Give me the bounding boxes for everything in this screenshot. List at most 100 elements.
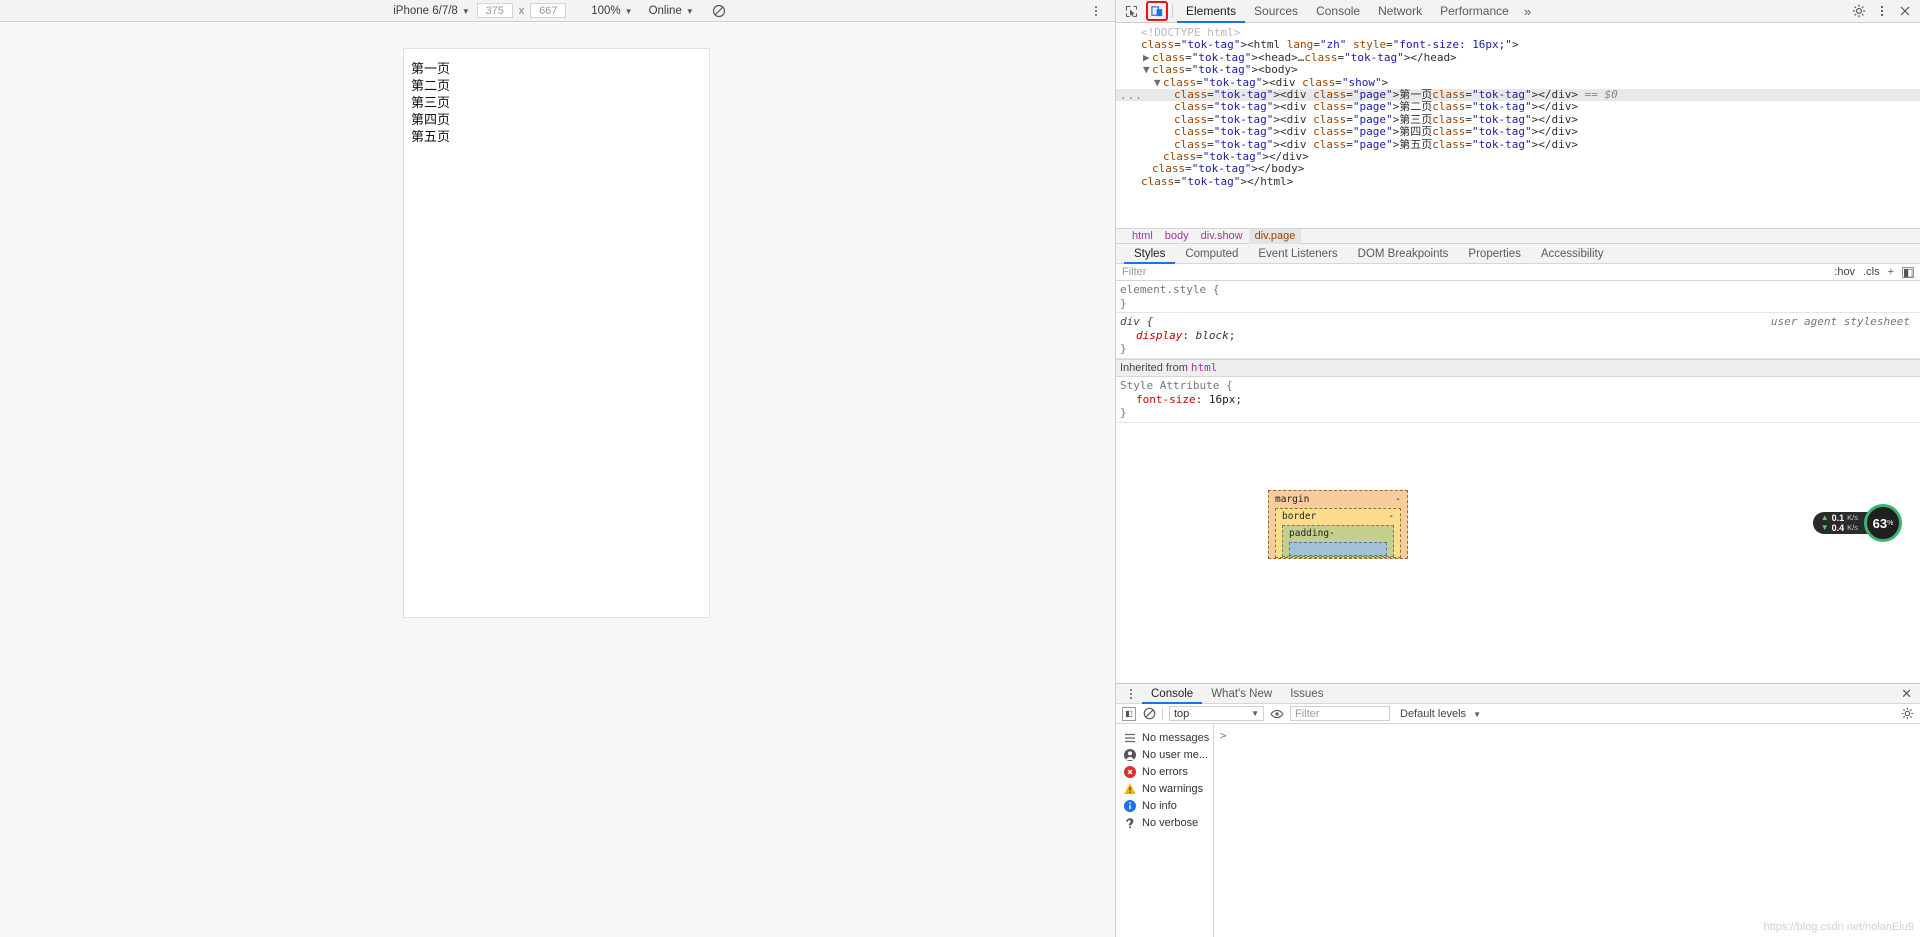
console-sidebar-item[interactable]: No errors bbox=[1116, 763, 1213, 780]
breadcrumb-item[interactable]: html bbox=[1126, 229, 1159, 244]
more-vertical-icon[interactable] bbox=[1124, 687, 1138, 701]
tab-properties[interactable]: Properties bbox=[1458, 244, 1530, 264]
drawer-tabbar: Console What's New Issues ✕ bbox=[1116, 684, 1920, 704]
css-selector[interactable]: element.style { bbox=[1120, 283, 1920, 297]
breadcrumb: html body div.show div.page bbox=[1116, 228, 1920, 244]
list-item: 第二页 bbox=[411, 79, 451, 94]
new-style-rule-button[interactable]: + bbox=[1888, 266, 1894, 278]
tab-console[interactable]: Console bbox=[1307, 0, 1369, 23]
gear-icon[interactable] bbox=[1900, 707, 1914, 721]
tab-accessibility[interactable]: Accessibility bbox=[1531, 244, 1614, 264]
log-levels-selector[interactable]: Default levels ▼ bbox=[1400, 708, 1481, 720]
box-model-border-label: border bbox=[1282, 511, 1317, 522]
chevron-down-icon: ▼ bbox=[461, 6, 470, 16]
tab-event-listeners[interactable]: Event Listeners bbox=[1248, 244, 1347, 264]
console-sidebar-item[interactable]: No info bbox=[1116, 797, 1213, 814]
console-sidebar-item[interactable]: No warnings bbox=[1116, 780, 1213, 797]
css-rule[interactable]: div {display: block;} user agent styleshe… bbox=[1116, 313, 1920, 359]
cls-button[interactable]: .cls bbox=[1863, 266, 1880, 278]
list-item: 第五页 bbox=[411, 130, 451, 145]
show-console-sidebar-icon[interactable]: ◧ bbox=[1122, 706, 1136, 721]
list-item: 第一页 bbox=[411, 62, 451, 77]
clear-console-icon[interactable] bbox=[1142, 707, 1156, 721]
drawer-tab-whats-new[interactable]: What's New bbox=[1202, 684, 1281, 704]
console-sidebar-item-label: No messages bbox=[1142, 731, 1210, 744]
info-icon bbox=[1124, 799, 1136, 812]
css-property-name[interactable]: display bbox=[1136, 329, 1182, 342]
devtools-screenshot: iPhone 6/7/8▼ 375 x 667 100%▼ Online▼ bbox=[0, 0, 1920, 937]
rotate-icon[interactable] bbox=[712, 4, 726, 18]
toolbar-separator bbox=[1162, 707, 1163, 720]
eye-icon[interactable] bbox=[1270, 707, 1284, 721]
device-viewport: 第一页 第二页 第三页 第四页 第五页 bbox=[403, 48, 710, 618]
console-sidebar-item-label: No errors bbox=[1142, 765, 1188, 778]
more-tabs-button[interactable]: » bbox=[1518, 4, 1537, 19]
css-rule[interactable]: Style Attribute {font-size: 16px;} bbox=[1116, 377, 1920, 423]
console-filter-input[interactable]: Filter bbox=[1290, 706, 1390, 721]
css-property-name[interactable]: font-size bbox=[1136, 393, 1196, 406]
tab-computed[interactable]: Computed bbox=[1175, 244, 1248, 264]
console-sidebar-item[interactable]: No verbose bbox=[1116, 814, 1213, 831]
box-model-margin-label: margin bbox=[1275, 494, 1310, 505]
inspect-element-icon[interactable] bbox=[1120, 1, 1142, 21]
list-item: 第三页 bbox=[411, 96, 451, 111]
cpu-usage-indicator: 63% bbox=[1864, 504, 1902, 542]
css-rule-close: } bbox=[1120, 406, 1127, 419]
viewport-height-input[interactable]: 667 bbox=[530, 3, 567, 18]
throttling-label: Online bbox=[648, 4, 682, 17]
viewport-width-input[interactable]: 375 bbox=[476, 3, 513, 18]
inherited-from-header: Inherited from html bbox=[1116, 358, 1920, 377]
css-selector[interactable]: Style Attribute { bbox=[1120, 379, 1920, 393]
breadcrumb-item[interactable]: body bbox=[1159, 229, 1195, 244]
toolbar-separator bbox=[1172, 4, 1173, 18]
css-property-value[interactable]: 16px bbox=[1209, 393, 1236, 406]
css-rule[interactable]: element.style {} bbox=[1116, 281, 1920, 313]
dom-tree[interactable]: <!DOCTYPE html> class="tok-tag"><html lan… bbox=[1116, 23, 1920, 228]
console-sidebar-item[interactable]: No user me... bbox=[1116, 746, 1213, 763]
close-icon[interactable]: ✕ bbox=[1901, 686, 1912, 702]
css-rule-close: } bbox=[1120, 296, 1127, 310]
breadcrumb-item[interactable]: div.page bbox=[1248, 228, 1302, 244]
console-drawer: Console What's New Issues ✕ ◧ top ▼ Filt… bbox=[1116, 683, 1920, 937]
css-rule-origin: user agent stylesheet bbox=[1770, 315, 1910, 328]
tab-sources[interactable]: Sources bbox=[1245, 0, 1307, 23]
zoom-selector[interactable]: 100% ▼ bbox=[591, 5, 632, 17]
css-declaration[interactable]: font-size: 16px; bbox=[1120, 393, 1920, 407]
console-output[interactable]: > https://blog.csdn.net/nolanElu9 bbox=[1214, 724, 1920, 937]
drawer-tab-issues[interactable]: Issues bbox=[1281, 684, 1332, 704]
disclosure-triangle-icon[interactable]: ▼ bbox=[1154, 76, 1163, 89]
console-sidebar-item[interactable]: No messages bbox=[1116, 729, 1213, 746]
styles-filter-input[interactable]: Filter bbox=[1122, 266, 1146, 278]
css-declaration[interactable]: display: block; bbox=[1120, 329, 1920, 343]
throttling-selector[interactable]: Online ▼ bbox=[649, 5, 694, 17]
css-property-value[interactable]: block bbox=[1196, 329, 1229, 342]
more-vertical-icon[interactable] bbox=[1873, 2, 1891, 20]
tab-dom-breakpoints[interactable]: DOM Breakpoints bbox=[1348, 244, 1459, 264]
dom-tree-node[interactable]: class="tok-tag"></html> bbox=[1116, 175, 1920, 188]
console-sidebar[interactable]: No messages No user me... No errors No warn… bbox=[1116, 724, 1214, 937]
console-prompt[interactable]: > bbox=[1220, 729, 1227, 742]
tab-network[interactable]: Network bbox=[1369, 0, 1431, 23]
dimension-separator: x bbox=[518, 4, 525, 17]
list-icon bbox=[1124, 732, 1136, 744]
close-icon[interactable] bbox=[1896, 2, 1914, 20]
tab-elements[interactable]: Elements bbox=[1177, 0, 1245, 23]
tab-performance[interactable]: Performance bbox=[1431, 0, 1518, 23]
hov-button[interactable]: :hov bbox=[1834, 266, 1855, 278]
tab-styles[interactable]: Styles bbox=[1124, 244, 1175, 264]
verbose-icon bbox=[1124, 817, 1136, 829]
box-model-border-value[interactable]: - bbox=[1388, 511, 1394, 522]
box-model-content-box[interactable] bbox=[1289, 542, 1387, 556]
download-unit: K/s bbox=[1847, 523, 1858, 532]
box-model-margin-value[interactable]: - bbox=[1395, 494, 1401, 505]
gear-icon[interactable] bbox=[1850, 2, 1868, 20]
device-selector[interactable]: iPhone 6/7/8 ▼ bbox=[389, 5, 474, 17]
toggle-device-toolbar-icon[interactable] bbox=[1146, 1, 1168, 21]
breadcrumb-item[interactable]: div.show bbox=[1195, 229, 1249, 244]
more-vertical-icon[interactable] bbox=[1089, 4, 1103, 18]
drawer-tab-console[interactable]: Console bbox=[1142, 684, 1202, 704]
execution-context-selector[interactable]: top ▼ bbox=[1169, 706, 1264, 721]
styles-rules-list[interactable]: element.style {} div {display: block;} use… bbox=[1116, 281, 1920, 486]
disclosure-triangle-icon[interactable]: ▼ bbox=[1143, 63, 1152, 76]
computed-sidebar-toggle-icon[interactable]: ◧ bbox=[1902, 266, 1914, 278]
